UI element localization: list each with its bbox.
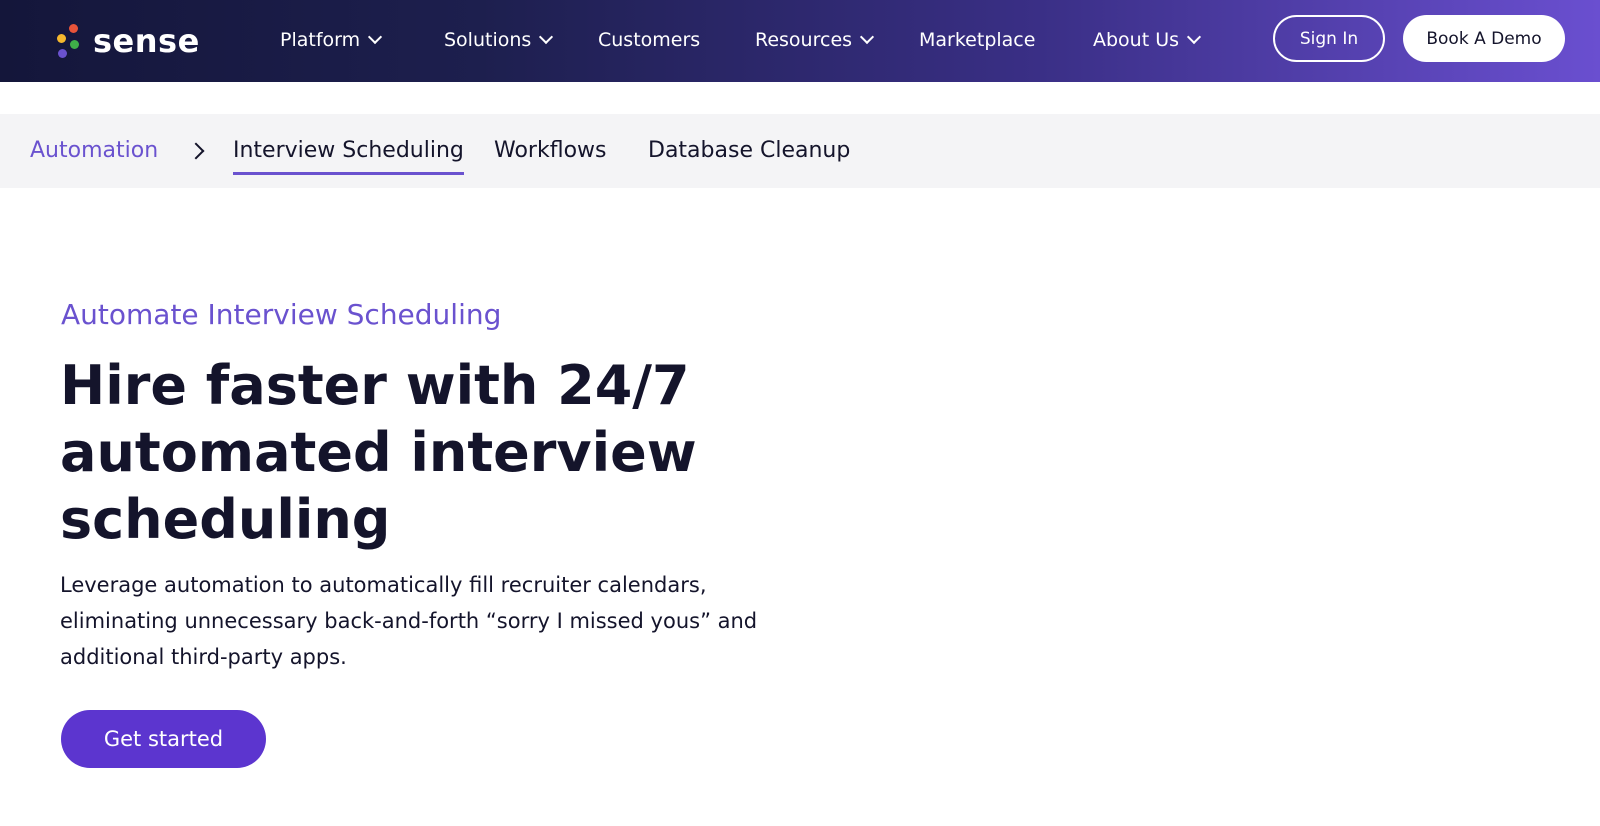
sign-in-button[interactable]: Sign In xyxy=(1273,15,1385,62)
logo-dot-red xyxy=(69,24,78,33)
brand-name: sense xyxy=(93,22,200,60)
nav-item-label: About Us xyxy=(1093,29,1180,51)
hero-headline: Hire faster with 24/7 automated intervie… xyxy=(60,354,697,551)
logo-dot-green xyxy=(70,40,79,49)
chevron-down-icon xyxy=(859,29,875,45)
nav-item-platform[interactable]: Platform xyxy=(280,25,383,55)
hero-description: Leverage automation to automatically fil… xyxy=(60,573,758,669)
nav-item-about-us[interactable]: About Us xyxy=(1093,25,1202,55)
tab-database-cleanup[interactable]: Database Cleanup xyxy=(648,138,850,163)
book-demo-button[interactable]: Book A Demo xyxy=(1403,15,1565,62)
nav-item-label: Marketplace xyxy=(919,29,1036,51)
chevron-down-icon xyxy=(1186,29,1202,45)
nav-item-label: Platform xyxy=(280,29,361,51)
chevron-down-icon xyxy=(539,29,554,45)
nav-item-customers[interactable]: Customers xyxy=(598,25,700,55)
chevron-down-icon xyxy=(368,29,383,45)
tab-interview-scheduling[interactable]: Interview Scheduling xyxy=(233,138,464,175)
nav-item-resources[interactable]: Resources xyxy=(755,25,875,55)
nav-item-label: Solutions xyxy=(444,29,532,51)
chevron-right-icon xyxy=(187,142,205,160)
hero-eyebrow: Automate Interview Scheduling xyxy=(61,298,502,331)
nav-item-marketplace[interactable]: Marketplace xyxy=(919,25,1035,55)
top-navigation: sense Platform Solutions Customers Resou… xyxy=(0,0,1600,82)
logo-dot-yellow xyxy=(57,34,66,43)
automation-subnav: Automation Interview Scheduling Workflow… xyxy=(0,114,1600,188)
brand-logo[interactable]: sense xyxy=(55,20,200,62)
nav-item-label: Resources xyxy=(755,29,853,51)
logo-dot-purple xyxy=(58,49,67,58)
tab-workflows[interactable]: Workflows xyxy=(494,138,606,163)
breadcrumb-automation[interactable]: Automation xyxy=(30,138,158,163)
logo-dots-icon xyxy=(55,22,81,60)
get-started-button[interactable]: Get started xyxy=(61,710,266,768)
nav-item-solutions[interactable]: Solutions xyxy=(444,25,554,55)
nav-item-label: Customers xyxy=(598,29,701,51)
